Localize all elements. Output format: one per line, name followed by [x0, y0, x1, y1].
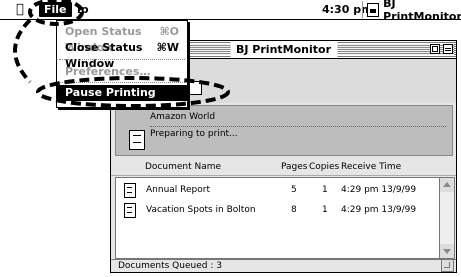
print-queue-list: Annual Report 5 1 4:29 pm 13/9/99 Vacati… [115, 177, 440, 259]
job-divider [150, 126, 446, 127]
column-header-copies[interactable]: Copies [309, 162, 339, 172]
file-menu-dropdown: Open Status Window ⌘O Close Status Windo… [56, 20, 188, 108]
menu-item-shortcut: ⌘O [159, 25, 179, 38]
queue-row-time: 4:29 pm 13/9/99 [341, 185, 417, 195]
menu-item-open-status-window[interactable]: Open Status Window ⌘O [57, 24, 187, 54]
column-header-pages[interactable]: Pages [281, 162, 307, 172]
current-job-status: Preparing to print... [150, 129, 238, 139]
application-menu[interactable]: BJ PrintMonitor [362, 0, 461, 23]
scroll-down-arrow-icon[interactable] [440, 244, 454, 258]
queue-row[interactable]: Vacation Spots in Bolton 8 1 4:29 pm 13/… [116, 200, 438, 220]
menu-bar:  File lp 4:30 pm BJ PrintMonitor [0, 0, 461, 23]
queue-row-name: Annual Report [146, 185, 210, 195]
file-menu-title[interactable]: File [39, 2, 72, 17]
column-header-time[interactable]: Receive Time [341, 162, 401, 172]
document-icon [124, 203, 136, 218]
help-menu-title[interactable]: lp [77, 2, 89, 17]
window-title: BJ PrintMonitor [230, 41, 337, 58]
queue-row-pages: 5 [291, 185, 297, 195]
queue-row-pages: 8 [291, 205, 297, 215]
current-job-name: Amazon World [150, 112, 216, 122]
column-header-name[interactable]: Document Name [145, 162, 221, 172]
menu-item-label: Preferences… [65, 65, 151, 78]
windowshade-box-icon[interactable] [443, 44, 453, 54]
menu-separator [59, 82, 185, 83]
menu-separator [59, 59, 185, 60]
pause-button[interactable] [186, 81, 202, 95]
document-icon [124, 183, 136, 198]
vertical-scrollbar[interactable] [439, 177, 455, 259]
menu-item-pause-printing[interactable]: Pause Printing [57, 85, 187, 101]
menu-item-shortcut: ⌘W [156, 41, 179, 54]
queue-row[interactable]: Annual Report 5 1 4:29 pm 13/9/99 [116, 180, 438, 200]
window-status-bar: Documents Queued : 3 [111, 259, 456, 273]
queue-row-time: 4:29 pm 13/9/99 [341, 205, 417, 215]
scroll-up-arrow-icon[interactable] [440, 178, 454, 192]
zoom-box-icon[interactable] [430, 44, 440, 54]
printer-app-icon [367, 2, 380, 17]
application-menu-label: BJ PrintMonitor [383, 0, 461, 23]
menu-item-label: Pause Printing [65, 86, 156, 99]
queue-row-copies: 1 [322, 185, 328, 195]
annotation-connector [13, 18, 32, 84]
queue-row-copies: 1 [322, 205, 328, 215]
menu-item-preferences[interactable]: Preferences… [57, 64, 187, 80]
apple-menu-icon[interactable]:  [16, 2, 24, 17]
current-job-panel: Amazon World Preparing to print... [115, 105, 453, 156]
documents-queued-text: Documents Queued : 3 [118, 261, 222, 271]
resize-grow-box-icon[interactable] [441, 259, 454, 272]
queue-column-headers: Document Name Pages Copies Receive Time [111, 159, 456, 176]
menu-item-close-status-window[interactable]: Close Status Window ⌘W [57, 40, 187, 70]
queue-row-name: Vacation Spots in Bolton [146, 205, 256, 215]
document-icon [129, 130, 145, 150]
